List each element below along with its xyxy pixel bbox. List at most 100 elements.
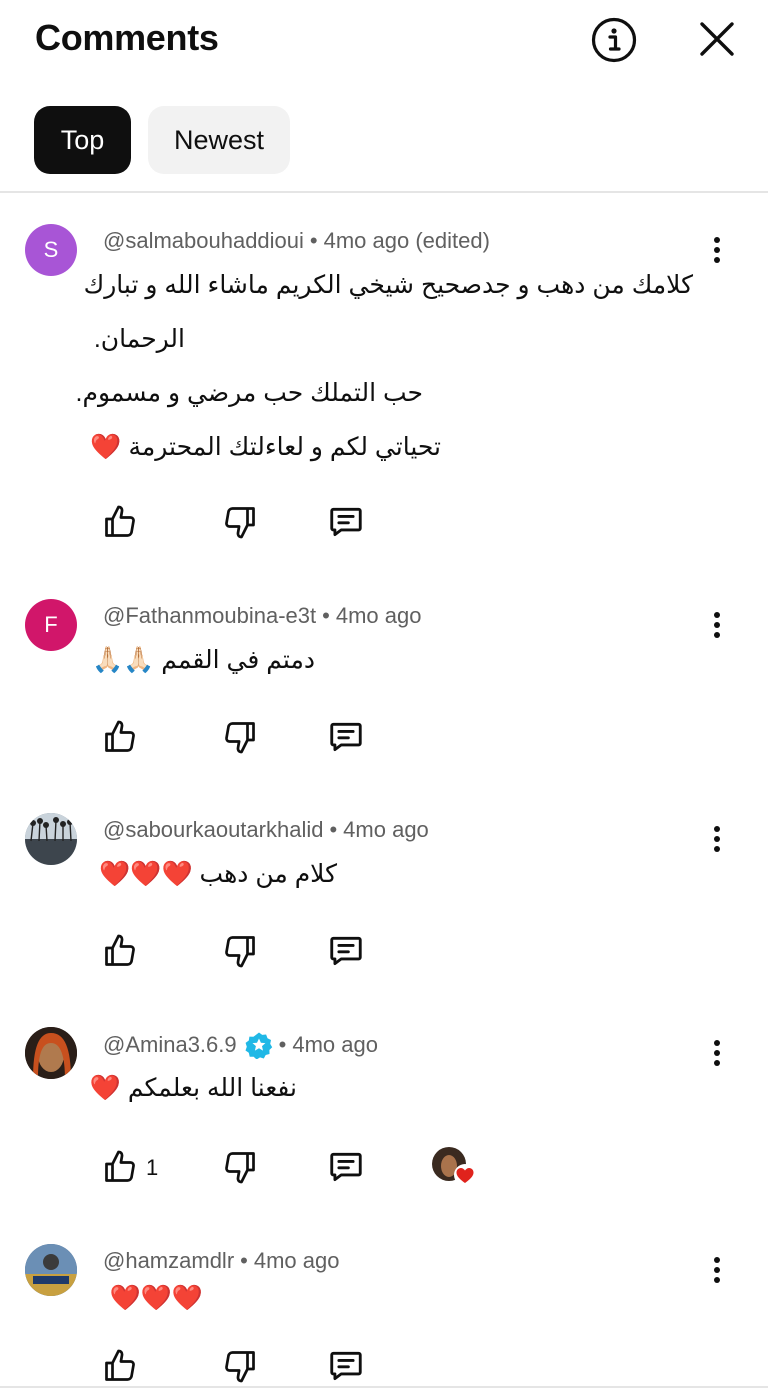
comment-line: الرحمان. — [93, 325, 185, 353]
comment-time: 4mo ago — [253, 1248, 340, 1273]
dislike-button[interactable] — [220, 929, 260, 973]
comment-icon — [330, 1152, 362, 1182]
comment-line: كلام من دهب ❤️❤️❤️ — [99, 860, 337, 888]
thumb-down-icon — [225, 507, 255, 539]
comment-meta: @salmabouhaddioui • 4mo ago (edited) — [103, 228, 490, 254]
comment-time: 4mo ago (edited) — [323, 228, 490, 253]
reply-button[interactable] — [326, 929, 366, 973]
like-button[interactable] — [100, 715, 140, 759]
meta-separator: • — [329, 817, 338, 842]
avatar[interactable]: S — [25, 224, 77, 276]
reply-button[interactable] — [326, 715, 366, 759]
comment-time: 4mo ago — [335, 603, 422, 628]
comment-item: S @salmabouhaddioui • 4mo ago (edited) ك… — [0, 224, 768, 554]
avatar-photo — [25, 813, 77, 865]
more-options-button[interactable] — [702, 819, 732, 859]
dislike-button[interactable] — [220, 1145, 260, 1189]
bottom-divider — [0, 1386, 768, 1388]
like-count: 1 — [146, 1155, 159, 1180]
like-button[interactable] — [100, 929, 140, 973]
like-button[interactable] — [100, 1145, 140, 1189]
comment-item: @Amina3.6.9 • 4mo ago نفعنا الله بعلمكم … — [0, 1027, 768, 1197]
comment-item: F @Fathanmoubina-e3t • 4mo ago دمتم في ا… — [0, 599, 768, 769]
more-vert-icon — [714, 826, 720, 852]
thumb-down-icon — [225, 1152, 255, 1184]
chip-newest[interactable]: Newest — [148, 106, 290, 174]
creator-heart-badge — [432, 1147, 478, 1187]
comment-time: 4mo ago — [292, 1032, 378, 1057]
comment-icon — [330, 1351, 362, 1381]
comment-meta: @hamzamdlr • 4mo ago — [103, 1248, 339, 1274]
dislike-button[interactable] — [220, 1344, 260, 1388]
avatar[interactable] — [25, 1244, 77, 1296]
comment-meta: @Amina3.6.9 • 4mo ago — [103, 1031, 378, 1059]
comment-icon — [330, 936, 362, 966]
avatar-letter: F — [44, 612, 58, 637]
more-vert-icon — [714, 1040, 720, 1066]
meta-separator: • — [322, 603, 330, 628]
more-options-button[interactable] — [702, 1250, 732, 1290]
reply-button[interactable] — [326, 500, 366, 544]
avatar[interactable] — [25, 813, 77, 865]
comment-line: تحياتي لكم و لعاءلتك المحترمة ❤️ — [90, 433, 441, 461]
header-divider — [0, 191, 768, 193]
comment-icon — [330, 507, 362, 537]
comment-item: @sabourkaoutarkhalid • 4mo ago كلام من د… — [0, 813, 768, 983]
panel-title: Comments — [35, 17, 219, 58]
thumb-up-icon — [105, 720, 135, 752]
more-options-button[interactable] — [702, 605, 732, 645]
more-vert-icon — [714, 1257, 720, 1283]
chip-top[interactable]: Top — [34, 106, 131, 174]
thumb-up-icon — [105, 1150, 135, 1182]
comment-author[interactable]: @salmabouhaddioui — [103, 228, 304, 254]
dislike-button[interactable] — [220, 715, 260, 759]
avatar[interactable]: F — [25, 599, 77, 651]
thumb-up-icon — [105, 505, 135, 537]
comment-author[interactable]: @hamzamdlr — [103, 1248, 234, 1274]
sort-chips: Top Newest — [34, 106, 290, 174]
comment-author[interactable]: @sabourkaoutarkhalid — [103, 817, 323, 843]
comment-line: دمتم في القمم 🙏🏻🙏🏻 — [92, 646, 315, 674]
more-vert-icon — [714, 237, 720, 263]
thumb-down-icon — [225, 936, 255, 968]
thumb-down-icon — [225, 1351, 255, 1383]
more-vert-icon — [714, 612, 720, 638]
comment-actions: 1 — [100, 1145, 500, 1189]
thumb-up-icon — [105, 934, 135, 966]
comment-line: ❤️❤️❤️ — [109, 1284, 203, 1312]
close-button[interactable] — [692, 14, 742, 64]
meta-separator: • — [278, 1032, 287, 1057]
comments-panel: Comments Top Newest S @salmabouhaddioui … — [0, 0, 768, 1392]
meta-separator: • — [309, 228, 318, 253]
comment-icon — [330, 722, 362, 752]
comment-item: @hamzamdlr • 4mo ago ❤️❤️❤️ — [0, 1244, 768, 1392]
thumb-up-icon — [105, 1349, 135, 1381]
dislike-button[interactable] — [220, 500, 260, 544]
avatar[interactable] — [25, 1027, 77, 1079]
comment-author[interactable]: @Amina3.6.9 — [103, 1032, 237, 1058]
info-circle-icon — [591, 17, 637, 63]
meta-separator: • — [240, 1248, 248, 1273]
comment-line: حب التملك حب مرضي و مسموم. — [75, 379, 423, 407]
close-icon — [700, 22, 734, 56]
comment-line: نفعنا الله بعلمكم ❤️ — [89, 1074, 297, 1102]
header: Comments — [0, 0, 768, 80]
comment-time: 4mo ago — [343, 817, 429, 842]
reply-button[interactable] — [326, 1145, 366, 1189]
avatar-photo — [25, 1027, 77, 1079]
comment-meta: @Fathanmoubina-e3t • 4mo ago — [103, 603, 421, 629]
verified-badge-icon — [245, 1032, 272, 1059]
avatar-letter: S — [43, 237, 59, 262]
like-button[interactable] — [100, 1344, 140, 1388]
more-options-button[interactable] — [702, 1033, 732, 1073]
thumb-down-icon — [225, 722, 255, 754]
like-button[interactable] — [100, 500, 140, 544]
info-button[interactable] — [588, 14, 640, 66]
comment-author[interactable]: @Fathanmoubina-e3t — [103, 603, 316, 629]
comment-meta: @sabourkaoutarkhalid • 4mo ago — [103, 817, 429, 843]
comment-line: كلامك من دهب و جدصحيح شيخي الكريم ماشاء … — [83, 271, 693, 299]
reply-button[interactable] — [326, 1344, 366, 1388]
creator-heart-icon — [432, 1147, 476, 1186]
avatar-photo — [25, 1244, 77, 1296]
more-options-button[interactable] — [702, 230, 732, 270]
